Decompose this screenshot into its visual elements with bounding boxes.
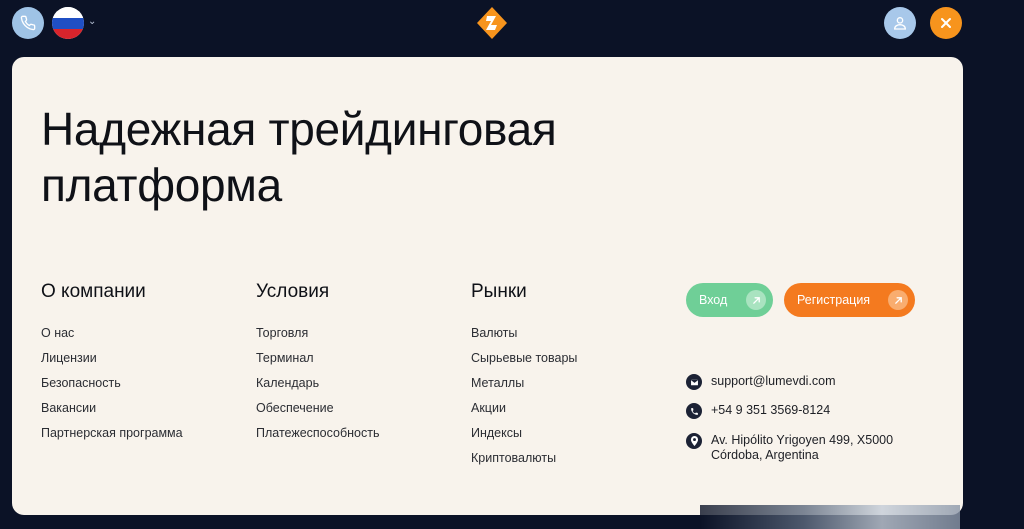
list-item[interactable]: О нас bbox=[41, 321, 183, 346]
contact-phone[interactable]: +54 9 351 3569-8124 bbox=[686, 403, 830, 419]
arrow-up-right-icon bbox=[746, 290, 766, 310]
login-label: Вход bbox=[699, 293, 728, 307]
markets-links: Валюты Сырьевые товары Металлы Акции Инд… bbox=[471, 321, 577, 471]
menu-panel: Надежная трейдинговая платформа О компан… bbox=[12, 57, 963, 515]
list-item[interactable]: Индексы bbox=[471, 421, 577, 446]
list-item[interactable]: Платежеспособность bbox=[256, 421, 379, 446]
list-item[interactable]: Партнерская программа bbox=[41, 421, 183, 446]
column-title: Условия bbox=[256, 281, 330, 302]
conditions-links: Торговля Терминал Календарь Обеспечение … bbox=[256, 321, 379, 446]
flag-stripe-red bbox=[52, 29, 84, 39]
user-account-button[interactable] bbox=[884, 7, 916, 39]
contact-email[interactable]: support@lumevdi.com bbox=[686, 374, 836, 390]
list-item[interactable]: Обеспечение bbox=[256, 396, 379, 421]
flag-stripe-blue bbox=[52, 18, 84, 29]
list-item[interactable]: Календарь bbox=[256, 371, 379, 396]
phone-icon bbox=[20, 15, 36, 31]
email-text: support@lumevdi.com bbox=[711, 374, 836, 388]
register-label: Регистрация bbox=[797, 293, 871, 307]
contact-address[interactable]: Av. Hipólito Yrigoyen 499, X5000 Córdoba… bbox=[686, 433, 901, 463]
list-item[interactable]: Криптовалюты bbox=[471, 446, 577, 471]
top-bar: ⌄ bbox=[0, 0, 1024, 50]
list-item[interactable]: Вакансии bbox=[41, 396, 183, 421]
phone-text: +54 9 351 3569-8124 bbox=[711, 403, 831, 417]
hero-title: Надежная трейдинговая платформа bbox=[41, 103, 557, 211]
logo-icon bbox=[477, 7, 507, 39]
list-item[interactable]: Акции bbox=[471, 396, 577, 421]
company-links: О нас Лицензии Безопасность Вакансии Пар… bbox=[41, 321, 183, 446]
list-item[interactable]: Торговля bbox=[256, 321, 379, 346]
russia-flag-icon bbox=[52, 7, 84, 18]
background-image-strip bbox=[700, 505, 960, 529]
login-button[interactable]: Вход bbox=[686, 283, 773, 317]
list-item[interactable]: Безопасность bbox=[41, 371, 183, 396]
column-company: О компании О нас Лицензии Безопасность В… bbox=[41, 281, 183, 446]
arrow-up-right-icon bbox=[888, 290, 908, 310]
user-icon bbox=[893, 17, 907, 30]
mail-icon bbox=[686, 374, 702, 390]
list-item[interactable]: Сырьевые товары bbox=[471, 346, 577, 371]
language-flag-button[interactable] bbox=[52, 7, 84, 39]
list-item[interactable]: Лицензии bbox=[41, 346, 183, 371]
location-pin-icon bbox=[686, 433, 702, 449]
column-conditions: Условия Торговля Терминал Календарь Обес… bbox=[256, 281, 379, 446]
phone-button[interactable] bbox=[12, 7, 44, 39]
column-markets: Рынки Валюты Сырьевые товары Металлы Акц… bbox=[471, 281, 577, 471]
phone-icon bbox=[686, 403, 702, 419]
chevron-down-icon[interactable]: ⌄ bbox=[88, 16, 96, 27]
brand-logo[interactable] bbox=[476, 6, 508, 40]
register-button[interactable]: Регистрация bbox=[784, 283, 915, 317]
list-item[interactable]: Терминал bbox=[256, 346, 379, 371]
list-item[interactable]: Металлы bbox=[471, 371, 577, 396]
column-title: Рынки bbox=[471, 281, 527, 302]
column-title: О компании bbox=[41, 281, 146, 302]
address-text: Av. Hipólito Yrigoyen 499, X5000 Córdoba… bbox=[711, 433, 894, 462]
close-menu-button[interactable] bbox=[930, 7, 962, 39]
close-icon bbox=[941, 18, 951, 28]
list-item[interactable]: Валюты bbox=[471, 321, 577, 346]
